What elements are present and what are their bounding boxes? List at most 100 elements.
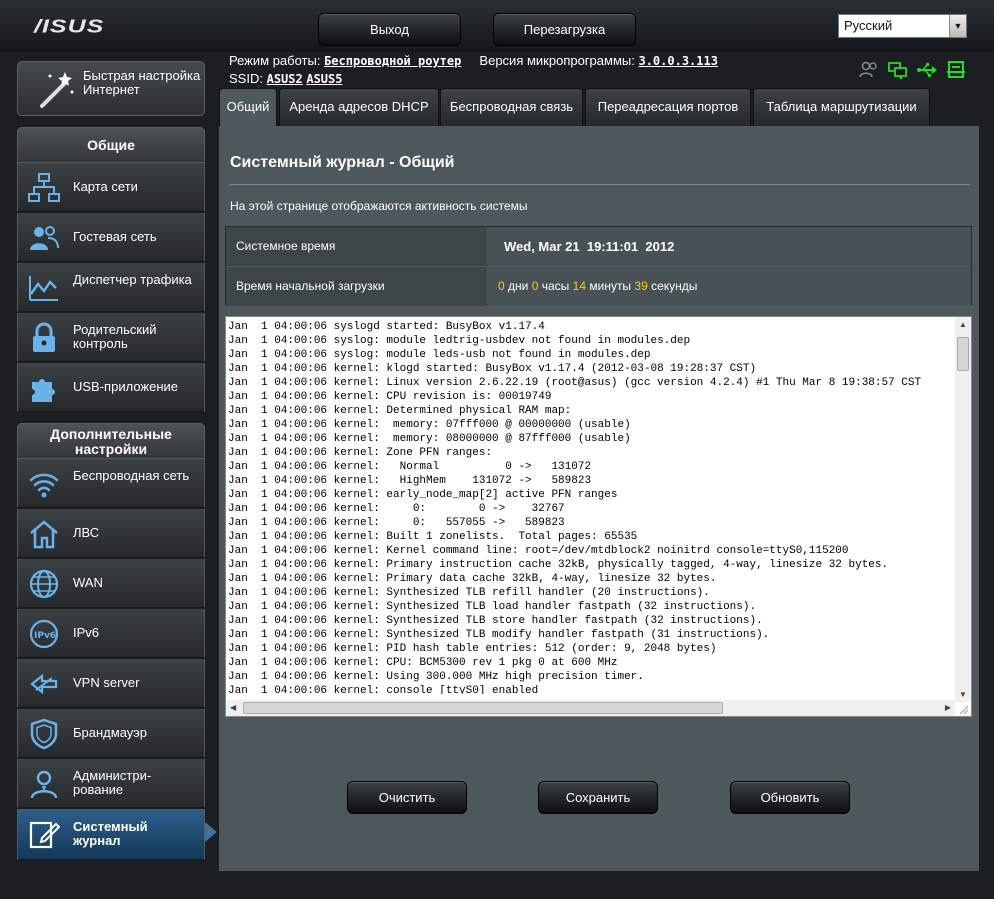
sidebar-item-vpn[interactable]: VPN server: [17, 659, 205, 708]
scroll-up-icon[interactable]: ▲: [959, 320, 967, 329]
tab-dhcp-leases[interactable]: Аренда адресов DHCP: [279, 88, 439, 127]
log-line: Jan 1 04:00:06 kernel: console [ttyS0] e…: [228, 685, 539, 694]
ssid-link-2[interactable]: ASUS5: [306, 72, 342, 86]
sidebar-item-traffic-manager[interactable]: Диспетчер трафика: [17, 263, 205, 312]
main-panel: Системный журнал - Общий На этой страниц…: [219, 126, 979, 871]
resize-grip-icon[interactable]: [957, 702, 969, 715]
tab-routing-table[interactable]: Таблица маршрутизации: [753, 88, 930, 127]
log-line: Jan 1 04:00:06 kernel: early_node_map[2]…: [228, 489, 618, 501]
save-button[interactable]: Сохранить: [538, 781, 658, 814]
sidebar-item-label: Брандмауэр: [73, 725, 147, 740]
system-time-row: Системное время Wed, Mar 21 19:11:01 201…: [226, 227, 971, 266]
log-line: Jan 1 04:00:06 syslog: module leds-usb n…: [228, 349, 651, 361]
vpn-icon: [28, 668, 60, 700]
vertical-scrollbar[interactable]: ▲ ▼: [955, 317, 971, 702]
clear-button[interactable]: Очистить: [347, 781, 467, 814]
sidebar-item-wan[interactable]: WAN: [17, 559, 205, 608]
quick-setup-button[interactable]: Быстрая настройка Интернет: [17, 61, 205, 116]
uptime-hours-unit: часы: [541, 279, 570, 293]
firmware-link[interactable]: 3.0.0.3.113: [638, 54, 717, 68]
scroll-left-icon[interactable]: ◀: [230, 703, 236, 712]
scroll-down-icon[interactable]: ▼: [959, 690, 967, 699]
sidebar-item-firewall[interactable]: Брандмауэр: [17, 709, 205, 758]
asus-logo: /ISUS: [34, 16, 105, 37]
tab-general[interactable]: Общий: [219, 88, 277, 127]
system-info-table: Системное время Wed, Mar 21 19:11:01 201…: [225, 226, 972, 306]
traffic-chart-icon: [28, 272, 60, 304]
top-bar: /ISUS Выход Перезагрузка Русский ▼: [0, 0, 994, 52]
network-icon[interactable]: [887, 60, 909, 80]
log-line: Jan 1 04:00:06 kernel: 0: 557055 -> 5898…: [228, 517, 565, 529]
log-line: Jan 1 04:00:06 kernel: CPU revision is: …: [228, 391, 552, 403]
log-line: Jan 1 04:00:06 kernel: Using 300.000 MHz…: [228, 671, 644, 683]
page-title: Системный журнал - Общий: [230, 154, 455, 171]
log-line: Jan 1 04:00:06 syslog: module ledtrig-us…: [228, 335, 691, 347]
sidebar-item-label: Диспетчер трафика: [73, 272, 192, 287]
sidebar-item-ipv6[interactable]: IPv6 IPv6: [17, 609, 205, 658]
shield-icon: [28, 718, 60, 750]
language-select[interactable]: Русский ▼: [838, 14, 967, 38]
tab-port-forwarding[interactable]: Переадресация портов: [585, 88, 751, 127]
mode-link[interactable]: Беспроводной роутер: [324, 54, 461, 68]
page-description: На этой странице отображаются активность…: [230, 199, 528, 213]
mode-label: Режим работы:: [229, 53, 321, 68]
router-info: Режим работы: Беспроводной роутер Версия…: [229, 52, 718, 88]
uptime-minutes-unit: минуты: [589, 279, 632, 293]
log-content: Jan 1 04:00:06 syslogd started: BusyBox …: [228, 320, 952, 694]
sidebar-item-label: IPv6: [73, 625, 100, 640]
uptime-minutes: 14: [572, 279, 587, 293]
clients-icon[interactable]: [858, 60, 880, 80]
sidebar-item-label: Карта сети: [73, 179, 138, 194]
system-time-value: Wed, Mar 21 19:11:01 2012: [488, 227, 971, 266]
vertical-scroll-thumb[interactable]: [957, 337, 969, 371]
quick-setup-label: Быстрая настройка Интернет: [83, 68, 201, 97]
refresh-button[interactable]: Обновить: [730, 781, 850, 814]
sidebar-item-system-log[interactable]: Системный журнал: [17, 809, 205, 860]
sidebar-item-administration[interactable]: Администри-рование: [17, 759, 205, 808]
usb-icon[interactable]: [916, 60, 938, 80]
printer-icon[interactable]: [945, 60, 967, 80]
log-line: Jan 1 04:00:06 kernel: Kernel command li…: [228, 545, 849, 557]
status-icons: [858, 60, 967, 80]
horizontal-scroll-thumb[interactable]: [243, 702, 723, 714]
ssid-link-1[interactable]: ASUS2: [267, 72, 303, 86]
sidebar-item-label: WAN: [73, 575, 103, 590]
log-edit-icon: [28, 818, 61, 850]
wifi-icon: [28, 468, 60, 500]
sidebar-item-lan[interactable]: ЛВС: [17, 509, 205, 558]
sidebar-item-label: Родительский контроль: [73, 322, 157, 351]
log-line: Jan 1 04:00:06 kernel: Determined physic…: [228, 405, 572, 417]
logout-button[interactable]: Выход: [318, 13, 461, 46]
sidebar-item-guest-network[interactable]: Гостевая сеть: [17, 213, 205, 262]
active-indicator-arrow: [205, 822, 217, 842]
sidebar-item-label: Системный журнал: [73, 819, 148, 848]
log-line: Jan 1 04:00:06 kernel: Built 1 zonelists…: [228, 531, 638, 543]
sidebar-item-label: Беспроводная сеть: [73, 468, 190, 483]
lock-icon: [28, 322, 60, 354]
log-line: Jan 1 04:00:06 kernel: Synthesized TLB m…: [228, 629, 770, 641]
guest-network-icon: [28, 222, 60, 254]
title-divider: [229, 184, 970, 185]
sidebar-item-label: USB-приложение: [73, 379, 179, 394]
chevron-down-icon[interactable]: ▼: [949, 15, 966, 37]
uptime-seconds: 39: [634, 279, 648, 293]
firmware-label: Версия микропрограммы:: [479, 53, 635, 68]
log-line: Jan 1 04:00:06 kernel: Synthesized TLB r…: [228, 587, 710, 599]
reboot-button[interactable]: Перезагрузка: [493, 13, 636, 46]
uptime-seconds-unit: секунды: [651, 279, 698, 293]
sidebar-item-label: ЛВС: [73, 525, 100, 540]
sidebar-item-parental-control[interactable]: Родительский контроль: [17, 313, 205, 362]
log-line: Jan 1 04:00:06 kernel: Linux version 2.6…: [228, 377, 922, 389]
ssid-label: SSID:: [229, 71, 263, 86]
uptime-days: 0: [498, 279, 505, 293]
system-log-textarea[interactable]: Jan 1 04:00:06 syslogd started: BusyBox …: [225, 316, 972, 717]
sidebar-item-wireless[interactable]: Беспроводная сеть: [17, 459, 205, 508]
horizontal-scrollbar[interactable]: ◀ ▶: [226, 700, 955, 716]
log-line: Jan 1 04:00:06 kernel: Primary instructi…: [228, 559, 889, 571]
sidebar-item-network-map[interactable]: Карта сети: [17, 163, 205, 212]
sidebar-item-label: Гостевая сеть: [73, 229, 157, 244]
tab-wireless[interactable]: Беспроводная связь: [440, 88, 583, 127]
sidebar-item-usb-app[interactable]: USB-приложение: [17, 363, 205, 412]
scroll-right-icon[interactable]: ▶: [945, 703, 951, 712]
language-value: Русский: [844, 18, 893, 33]
